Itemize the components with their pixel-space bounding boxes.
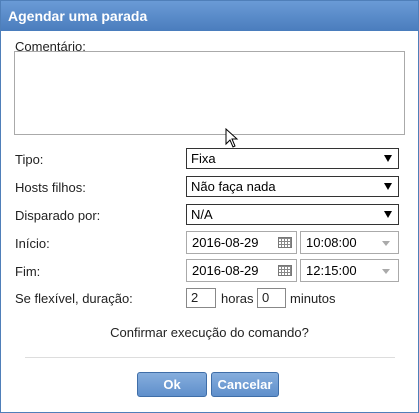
fim-time-value: 12:15:00 <box>306 263 357 278</box>
disparado-value: N/A <box>191 207 213 222</box>
ok-button[interactable]: Ok <box>137 372 207 397</box>
tipo-label: Tipo: <box>15 152 44 167</box>
dialog-title: Agendar uma parada <box>1 1 418 31</box>
minutes-unit-label: minutos <box>290 291 336 306</box>
disparado-label: Disparado por: <box>15 208 101 223</box>
inicio-time-value: 10:08:00 <box>306 235 357 250</box>
fim-time-input[interactable]: 12:15:00 <box>300 259 399 282</box>
dropdown-arrow-icon <box>384 155 392 162</box>
inicio-time-input[interactable]: 10:08:00 <box>300 231 399 254</box>
inicio-date-value: 2016-08-29 <box>192 235 259 250</box>
inicio-date-input[interactable]: 2016-08-29 <box>186 231 297 254</box>
hosts-select[interactable]: Não faça nada <box>186 176 399 197</box>
schedule-downtime-dialog: Agendar uma parada Comentário: Tipo: Fix… <box>0 0 419 413</box>
fim-date-input[interactable]: 2016-08-29 <box>186 259 297 282</box>
tipo-value: Fixa <box>191 151 216 166</box>
disparado-select[interactable]: N/A <box>186 204 399 225</box>
duracao-label: Se flexível, duração: <box>15 291 133 306</box>
calendar-icon[interactable] <box>278 237 292 248</box>
mouse-cursor-icon <box>225 128 239 148</box>
dropdown-arrow-icon <box>384 211 392 218</box>
fim-label: Fim: <box>15 264 41 279</box>
dropdown-arrow-icon <box>382 269 390 274</box>
divider <box>25 357 395 358</box>
tipo-select[interactable]: Fixa <box>186 148 399 169</box>
hours-input[interactable]: 2 <box>186 288 216 308</box>
hosts-label: Hosts filhos: <box>15 180 86 195</box>
fim-date-value: 2016-08-29 <box>192 263 259 278</box>
dropdown-arrow-icon <box>384 183 392 190</box>
comment-field[interactable] <box>14 51 405 135</box>
dropdown-arrow-icon <box>382 241 390 246</box>
inicio-label: Início: <box>15 236 50 251</box>
calendar-icon[interactable] <box>278 265 292 276</box>
cancel-button[interactable]: Cancelar <box>211 372 279 397</box>
minutes-input[interactable]: 0 <box>257 288 286 308</box>
confirm-message: Confirmar execução do comando? <box>110 325 309 340</box>
hours-unit-label: horas <box>221 291 254 306</box>
hosts-value: Não faça nada <box>191 179 276 194</box>
